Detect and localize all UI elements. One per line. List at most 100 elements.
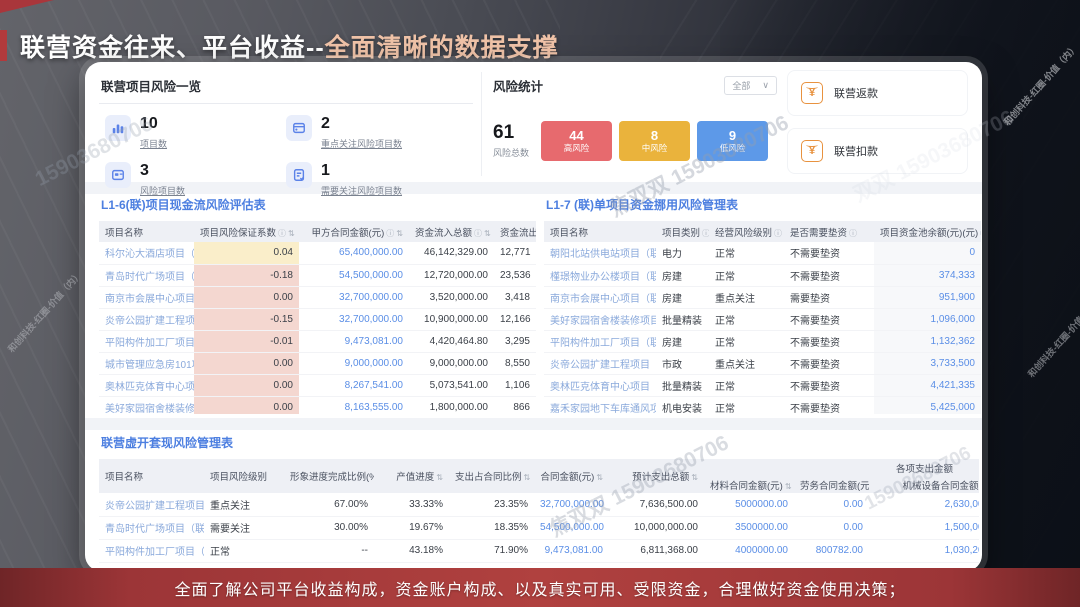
sort-icon[interactable]: ⇅	[436, 473, 443, 482]
labor-amount-link[interactable]: 0.00	[794, 516, 869, 539]
sort-icon[interactable]: ⇅	[484, 229, 491, 238]
mid-risk-badge[interactable]: 8 中风险	[619, 121, 690, 161]
category-cell: 房建	[656, 330, 709, 352]
project-name-link[interactable]: 炎帝公园扩建工程项目（...	[544, 352, 656, 374]
page-title: 联营资金往来、平台收益--全面清晰的数据支撑	[20, 28, 559, 64]
card-alert-icon	[286, 115, 312, 141]
high-risk-badge[interactable]: 44 高风险	[541, 121, 612, 161]
contract-amount-link[interactable]: 9,473,081.00	[299, 330, 409, 352]
info-icon[interactable]: ⓘ	[474, 229, 482, 238]
contract-amount-link[interactable]: 32,700,000.00	[534, 493, 609, 516]
group-column-header: 各项支出金额	[704, 459, 979, 476]
contract-amount-link[interactable]: 8,163,555.00	[299, 396, 409, 414]
column-header: 预计支出总额⇅	[609, 459, 704, 493]
project-name-link[interactable]: 平阳构件加工厂项目（联营）	[99, 539, 204, 562]
inflow-cell: 3,520,000.00	[409, 286, 494, 308]
info-icon[interactable]: ⓘ	[278, 229, 286, 238]
risk-level-cell: 正常	[709, 264, 784, 286]
info-icon[interactable]: ⓘ	[849, 229, 857, 238]
footer-banner: 全面了解公司平台收益构成，资金账户构成、以及真实可用、受限资金，合理做好资金使用…	[0, 568, 1080, 607]
column-header: 资金流出总	[494, 221, 536, 242]
table-row: 奥林匹克体育中心项目（...0.008,267,541.005,073,541.…	[99, 374, 536, 396]
project-name-link[interactable]: 美好家园宿舍楼装修项目...	[544, 308, 656, 330]
project-name-link[interactable]: 奥林匹克体育中心项目（...	[544, 374, 656, 396]
balance-cell: 1,096,000	[874, 308, 981, 330]
badge-value: 9	[729, 129, 736, 142]
table-row: 平阳构件加工厂项目（联...-0.019,473,081.004,420,464…	[99, 330, 536, 352]
category-cell: 房建	[656, 286, 709, 308]
risk-filter-dropdown[interactable]: 全部 ∨	[724, 76, 777, 95]
project-name-link[interactable]: 嘉禾家园地下车库通风项...	[544, 396, 656, 414]
project-name-link[interactable]: 奥林匹克体育中心项目（...	[99, 374, 194, 396]
badge-label: 低风险	[720, 144, 746, 153]
machine-amount-link[interactable]: 2,630,000.00	[869, 493, 979, 516]
contract-amount-link[interactable]: 32,700,000.00	[299, 308, 409, 330]
project-name-link[interactable]: 平阳构件加工厂项目（联...	[544, 330, 656, 352]
title-accent-bar	[0, 30, 7, 61]
risk-total-value: 61	[493, 123, 529, 142]
risk-level-cell: 正常	[709, 330, 784, 352]
project-name-link[interactable]: 平阳构件加工厂项目（联...	[99, 330, 194, 352]
joint-venture-deduction-button[interactable]: ¥ 联营扣款	[787, 128, 968, 174]
badge-label: 中风险	[642, 144, 668, 153]
contract-amount-link[interactable]: 9,000,000.00	[299, 352, 409, 374]
risk-statistics-section: 风险统计 全部 ∨ 61 风险总数 44 高风险 8 中风险	[491, 70, 777, 182]
info-icon[interactable]: ⓘ	[774, 229, 782, 238]
material-amount-link[interactable]: 3500000.00	[704, 516, 794, 539]
sort-icon[interactable]: ⇅	[691, 473, 698, 482]
joint-venture-refund-button[interactable]: ¥ 联营返款	[787, 70, 968, 116]
info-icon[interactable]: ⓘ	[386, 229, 394, 238]
advance-cell: 不需要垫资	[784, 396, 874, 414]
balance-cell: 0	[874, 242, 981, 264]
project-name-link[interactable]: 南京市会展中心项目（联...	[544, 286, 656, 308]
machine-amount-link[interactable]: 1,030,200.00	[869, 539, 979, 562]
contract-amount-link[interactable]: 9,473,081.00	[534, 539, 609, 562]
project-name-link[interactable]: 城市管理应急房101项目...	[99, 352, 194, 374]
balance-cell: 5,425,000	[874, 396, 981, 414]
table-row: 城市管理应急房101项目...0.009,000,000.009,000,000…	[99, 352, 536, 374]
actions-section: ¥ 联营返款 ¥ 联营扣款	[787, 70, 968, 186]
stat-label[interactable]: 重点关注风险项目数	[321, 137, 402, 150]
contract-amount-link[interactable]: 65,400,000.00	[299, 242, 409, 264]
category-cell: 房建	[656, 264, 709, 286]
info-icon[interactable]: ⓘ	[980, 229, 981, 238]
fraud-risk-table-section: 联营虚开套现风险管理表 项目名称 项目风险级别 形象进度完成比例(%) 产值进度…	[99, 434, 979, 566]
material-amount-link[interactable]: 5000000.00	[704, 493, 794, 516]
stat-label[interactable]: 项目数	[140, 137, 167, 150]
project-name-link[interactable]: 青岛时代广场项目（联营）	[99, 516, 204, 539]
project-name-link[interactable]: 朝阳北站供电站项目（联...	[544, 242, 656, 264]
project-name-link[interactable]: 炎帝公园扩建工程项目（...	[99, 308, 194, 330]
machine-amount-link[interactable]: 1,500,000.00	[869, 516, 979, 539]
inflow-cell: 9,000,000.00	[409, 352, 494, 374]
contract-amount-link[interactable]: 54,500,000.00	[299, 264, 409, 286]
advance-cell: 不需要垫资	[784, 264, 874, 286]
category-cell: 市政	[656, 352, 709, 374]
info-icon[interactable]: ⓘ	[702, 229, 709, 238]
contract-amount-link[interactable]: 54,500,000.00	[534, 516, 609, 539]
sort-icon[interactable]: ⇅	[288, 229, 295, 238]
inflow-cell: 10,900,000.00	[409, 308, 494, 330]
sort-icon[interactable]: ⇅	[396, 229, 403, 238]
outflow-cell: 12,166	[494, 308, 536, 330]
category-cell: 批量精装	[656, 308, 709, 330]
contract-amount-link[interactable]: 8,267,541.00	[299, 374, 409, 396]
material-amount-link[interactable]: 4000000.00	[704, 539, 794, 562]
project-name-link[interactable]: 青岛时代广场项目（联营）	[99, 264, 194, 286]
cashflow-table: 项目名称 项目风险保证系数ⓘ⇅ 甲方合同金额(元)ⓘ⇅ 资金流入总额ⓘ⇅ 资金流…	[99, 221, 536, 414]
sort-icon[interactable]: ⇅	[524, 473, 531, 482]
contract-amount-link[interactable]: 32,700,000.00	[299, 286, 409, 308]
project-name-link[interactable]: 南京市会展中心项目（联...	[99, 286, 194, 308]
risk-total-label: 风险总数	[493, 146, 529, 159]
labor-amount-link[interactable]: 800782.00	[794, 539, 869, 562]
project-name-link[interactable]: 科尔沁大酒店项目（联营）	[99, 242, 194, 264]
labor-amount-link[interactable]: 0.00	[794, 493, 869, 516]
expense-ratio-cell: 18.35%	[449, 516, 534, 539]
column-header: 经营风险级别ⓘ	[709, 221, 784, 242]
low-risk-badge[interactable]: 9 低风险	[697, 121, 768, 161]
project-name-link[interactable]: 美好家园宿舍楼装修项目...	[99, 396, 194, 414]
project-name-link[interactable]: 槿璟物业办公楼项目（联...	[544, 264, 656, 286]
project-name-link[interactable]: 炎帝公园扩建工程项目（联...	[99, 493, 204, 516]
column-header: 产值进度⇅	[374, 459, 449, 493]
sort-icon[interactable]: ⇅	[785, 482, 792, 491]
sort-icon[interactable]: ⇅	[596, 473, 603, 482]
